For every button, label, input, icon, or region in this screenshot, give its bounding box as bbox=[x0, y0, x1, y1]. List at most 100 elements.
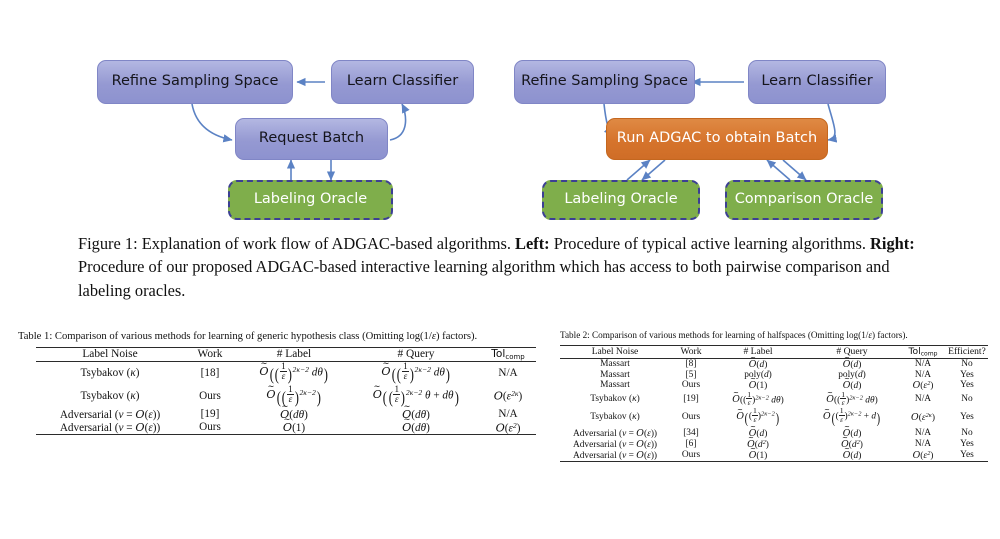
col-header-num-query: # Query bbox=[804, 344, 900, 359]
node-refine-sampling-space-right[interactable]: Refine Sampling Space bbox=[514, 60, 695, 104]
table-row: Massart [5] poly(d) poly(d) N/A Yes bbox=[560, 370, 988, 380]
caption-left-label: Left: bbox=[515, 234, 550, 253]
node-learn-classifier-right[interactable]: Learn Classifier bbox=[748, 60, 886, 104]
cell-num-label: O((1ε)2κ−2 dθ) bbox=[712, 390, 804, 408]
cell-label-noise: Adversarial (ν = O(ε)) bbox=[59, 420, 161, 434]
table-2-caption-suffix: ) factors). bbox=[871, 330, 908, 340]
node-label: Refine Sampling Space bbox=[521, 73, 688, 90]
figure-1-diagrams: Refine Sampling Space Learn Classifier R… bbox=[0, 0, 1000, 235]
node-comparison-oracle-right[interactable]: Comparison Oracle bbox=[725, 180, 883, 220]
caption-part-2: Procedure of typical active learning alg… bbox=[549, 234, 871, 253]
table-1-block: Table 1: Comparison of various methods f… bbox=[18, 330, 536, 436]
figure-number: Figure 1: bbox=[78, 234, 138, 253]
cell-work: [8] bbox=[670, 357, 712, 370]
node-request-batch-left[interactable]: Request Batch bbox=[235, 118, 388, 160]
col-header-label-noise: Label Noise bbox=[560, 344, 670, 359]
cell-label-noise: Adversarial (ν = O(ε)) bbox=[572, 438, 658, 450]
cell-num-label: O(d2) bbox=[712, 439, 804, 450]
table-row: Massart [8] O(d) O(d) N/A No bbox=[560, 357, 988, 370]
node-labeling-oracle-left[interactable]: Labeling Oracle bbox=[228, 180, 393, 220]
col-header-num-label: # Label bbox=[712, 344, 804, 359]
table-row: Tsybakov (κ) Ours O((1ε)2κ−2) O((1ε)2κ−2… bbox=[560, 407, 988, 427]
cell-num-label: O(d) bbox=[712, 428, 804, 439]
cell-num-query: O(dθ) bbox=[352, 408, 480, 421]
table-2-caption-prefix: Table 2: Comparison of various methods f… bbox=[560, 330, 869, 340]
cell-work: [19] bbox=[200, 408, 220, 421]
col-header-work: Work bbox=[184, 346, 236, 362]
cell-tol-comp: N/A bbox=[900, 357, 946, 370]
table-row: Adversarial (ν = O(ε)) [6] O(d2) O(d2) N… bbox=[560, 439, 988, 450]
cell-num-query: O(d2) bbox=[804, 439, 900, 450]
cell-num-query: O((1ε)2κ−2 dθ) bbox=[804, 390, 900, 408]
node-label: Comparison Oracle bbox=[734, 191, 874, 208]
cell-work: [5] bbox=[685, 369, 697, 380]
cell-tol-comp: N/A bbox=[914, 439, 932, 450]
table-2-header-row: Label Noise Work # Label # Query Tolcomp… bbox=[560, 344, 988, 359]
table-1-caption: Table 1: Comparison of various methods f… bbox=[18, 330, 533, 344]
table-2-block: Table 2: Comparison of various methods f… bbox=[560, 330, 990, 462]
cell-work: Ours bbox=[199, 421, 221, 434]
cell-tol-comp: N/A bbox=[480, 360, 536, 385]
tol-sub: comp bbox=[920, 350, 938, 358]
cell-num-label: O(1) bbox=[712, 380, 804, 391]
cell-efficient: Yes bbox=[960, 439, 974, 450]
cell-work: [19] bbox=[683, 393, 699, 404]
cell-tol-comp: O(ε2) bbox=[912, 379, 934, 391]
cell-efficient: Yes bbox=[960, 369, 974, 380]
cell-efficient: Yes bbox=[960, 450, 974, 461]
table-row: Tsybakov (κ) [19] O((1ε)2κ−2 dθ) O((1ε)2… bbox=[560, 390, 988, 408]
node-run-adgac-to-obtain-batch[interactable]: Run ADGAC to obtain Batch bbox=[606, 118, 828, 160]
table-row: Adversarial (ν = O(ε)) [34] O(d) O(d) N/… bbox=[560, 428, 988, 439]
node-label: Labeling Oracle bbox=[564, 191, 678, 208]
tol-main: Tol bbox=[491, 347, 506, 360]
cell-label-noise: Tsybakov (κ) bbox=[590, 412, 640, 423]
cell-num-label: O(dθ) bbox=[236, 408, 352, 421]
cell-efficient: No bbox=[961, 393, 973, 404]
table-2: Label Noise Work # Label # Query Tolcomp… bbox=[560, 344, 988, 462]
node-label: Run ADGAC to obtain Batch bbox=[616, 130, 818, 147]
tol-sub: comp bbox=[505, 352, 525, 361]
cell-tol-comp: O(ε2κ) bbox=[493, 389, 523, 403]
cell-label-noise: Tsybakov (κ) bbox=[80, 390, 140, 403]
col-header-tol-comp: Tolcomp bbox=[480, 346, 536, 362]
cell-efficient: No bbox=[961, 428, 973, 439]
cell-tol-comp: O(ε2) bbox=[495, 420, 521, 435]
table-row: Adversarial (ν = O(ε)) Ours O(1) O(d) O(… bbox=[560, 450, 988, 462]
caption-part-1: Explanation of work flow of ADGAC-based … bbox=[137, 234, 516, 253]
table-row: Tsybakov (κ) [18] O((1ε)2κ−2 dθ) O((1ε)2… bbox=[36, 360, 536, 385]
col-header-num-label: # Label bbox=[236, 346, 352, 362]
node-refine-sampling-space-left[interactable]: Refine Sampling Space bbox=[97, 60, 293, 104]
caption-part-3: Procedure of our proposed ADGAC-based in… bbox=[78, 257, 890, 300]
cell-efficient: Yes bbox=[960, 412, 974, 423]
node-learn-classifier-left[interactable]: Learn Classifier bbox=[331, 60, 474, 104]
cell-num-query: O(d) bbox=[804, 428, 900, 439]
cell-tol-comp: O(ε2κ) bbox=[911, 411, 935, 423]
cell-num-query: O(d) bbox=[804, 380, 900, 391]
cell-num-label: O(1) bbox=[712, 450, 804, 462]
col-header-work: Work bbox=[670, 344, 712, 359]
cell-label-noise: Massart bbox=[600, 380, 630, 391]
cell-tol-comp: O(ε2) bbox=[912, 449, 934, 461]
node-label: Refine Sampling Space bbox=[111, 73, 279, 90]
figure-1-caption: Figure 1: Explanation of work flow of AD… bbox=[78, 232, 926, 302]
table-1-bottom-rule bbox=[36, 434, 536, 436]
cell-work: Ours bbox=[681, 380, 701, 391]
node-labeling-oracle-right[interactable]: Labeling Oracle bbox=[542, 180, 700, 220]
cell-efficient: No bbox=[946, 357, 988, 370]
cell-num-query: poly(d) bbox=[838, 369, 866, 380]
cell-label-noise: Adversarial (ν = O(ε)) bbox=[572, 449, 658, 461]
table-row: Adversarial (ν = O(ε)) Ours O(1) O(dθ) O… bbox=[36, 421, 536, 435]
cell-num-label: O(d) bbox=[712, 357, 804, 370]
col-header-efficient: Efficient? bbox=[946, 344, 988, 359]
cell-label-noise: Tsybakov (κ) bbox=[590, 393, 640, 404]
cell-tol-comp: N/A bbox=[498, 408, 518, 421]
cell-efficient: Yes bbox=[960, 380, 974, 391]
node-label: Learn Classifier bbox=[761, 73, 873, 90]
cell-num-label: O(1) bbox=[236, 421, 352, 435]
table-1: Label Noise Work # Label # Query Tolcomp… bbox=[36, 346, 536, 436]
cell-work: [18] bbox=[184, 360, 236, 385]
cell-label-noise: Adversarial (ν = O(ε)) bbox=[59, 407, 161, 421]
table-1-caption-suffix: ) factors). bbox=[436, 331, 478, 342]
cell-work: Ours bbox=[681, 412, 701, 423]
table-2-caption: Table 2: Comparison of various methods f… bbox=[560, 330, 990, 342]
